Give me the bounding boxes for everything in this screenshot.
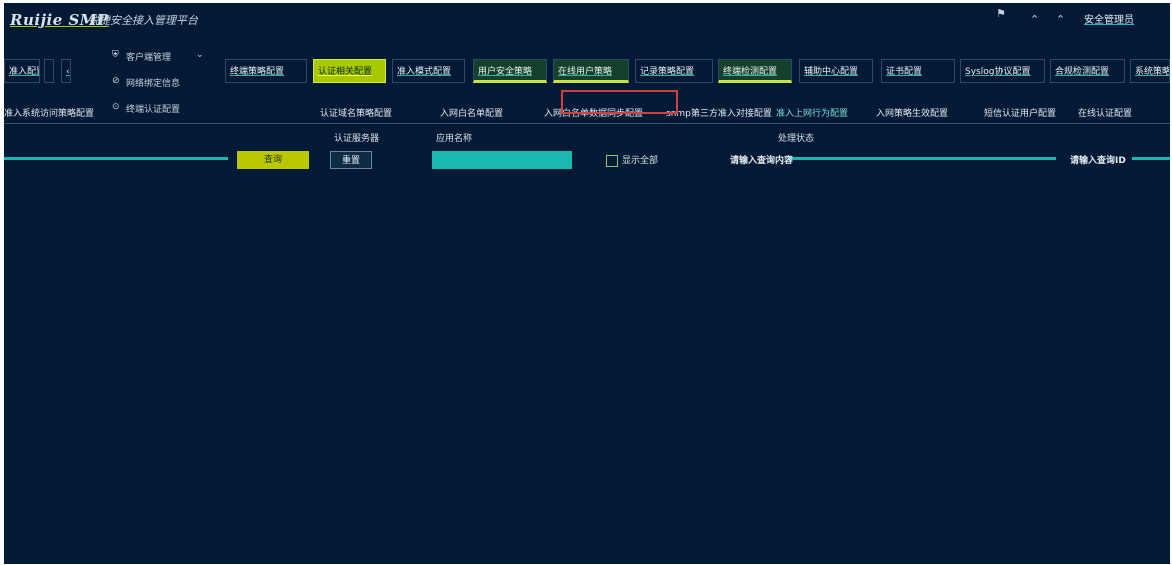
search-hint: 请输入查询内容: [730, 156, 794, 166]
tab-terminal-detect[interactable]: 终端检测配置: [718, 59, 792, 83]
tab-assist-center[interactable]: 辅助中心配置: [799, 59, 873, 83]
subtab-snmp[interactable]: snmp第三方准入对接配置: [666, 106, 772, 119]
menu-item-network-binding[interactable]: 网络绑定信息: [126, 76, 180, 89]
subtab-online-auth[interactable]: 在线认证配置: [1078, 106, 1132, 119]
tab-online-user[interactable]: 在线用户策略: [553, 59, 629, 83]
app-name-input[interactable]: [432, 151, 572, 169]
tab-compliance[interactable]: 合规检测配置: [1050, 59, 1125, 83]
subtab-access-policy[interactable]: 准入系统访问策略配置: [4, 106, 94, 119]
tab-scroll-left[interactable]: [44, 59, 54, 83]
subtab-domain-policy[interactable]: 认证域名策略配置: [320, 106, 392, 119]
top-bar: Ruijie SMP 锐捷安全接入管理平台 ⚑ ⌃ ⌃ 安全管理员: [4, 3, 1170, 45]
subtab-whitelist[interactable]: 入网白名单配置: [440, 106, 503, 119]
app-window: Ruijie SMP 锐捷安全接入管理平台 ⚑ ⌃ ⌃ 安全管理员 ⛨ 客户端管…: [4, 3, 1170, 564]
app-name-label: 应用名称: [436, 134, 473, 144]
checkbox-label: 显示全部: [622, 156, 659, 166]
shield-icon: ⛨: [112, 50, 119, 60]
brand-title: 锐捷安全接入管理平台: [88, 14, 198, 27]
status-label: 处理状态: [778, 134, 815, 144]
subtab-sms-auth[interactable]: 短信认证用户配置: [984, 106, 1056, 119]
reset-button[interactable]: 重置: [330, 151, 372, 169]
auth-server-label: 认证服务器: [334, 134, 380, 144]
auth-server-input[interactable]: [4, 157, 228, 160]
link-icon: ⊘: [112, 76, 120, 86]
subtab-online-behavior[interactable]: 准入上网行为配置: [776, 106, 848, 119]
search-input[interactable]: [788, 157, 1056, 160]
bell-icon[interactable]: ⚑: [996, 7, 1006, 20]
client-menu-dropdown: ⛨ 客户端管理 ⌄ ⊘ 网络绑定信息 ⊙ 终端认证配置: [100, 44, 220, 115]
tab-auth-config[interactable]: 认证相关配置: [313, 59, 386, 83]
tab-admission-mode[interactable]: 准入模式配置: [392, 59, 465, 83]
query-button[interactable]: 查询: [237, 151, 309, 169]
tab-certificate[interactable]: 证书配置: [881, 59, 955, 83]
chevron-down-icon[interactable]: ⌄: [196, 50, 204, 60]
chevron-left-icon[interactable]: ‹: [61, 59, 71, 83]
tab-terminal-policy[interactable]: 终端策略配置: [225, 59, 307, 83]
help-icon[interactable]: ⌃: [1056, 13, 1065, 26]
menu-title[interactable]: 客户端管理: [126, 50, 171, 63]
tab-admission-config[interactable]: 准入配置: [4, 59, 40, 83]
settings-icon[interactable]: ⌃: [1030, 13, 1039, 26]
tab-user-security[interactable]: 用户安全策略: [473, 59, 547, 83]
user-name[interactable]: 安全管理员: [1084, 11, 1134, 26]
id-hint: 请输入查询ID: [1070, 156, 1126, 166]
tab-system-policy[interactable]: 系统策略: [1130, 59, 1170, 83]
checkbox-box[interactable]: [606, 154, 618, 167]
tab-syslog[interactable]: Syslog协议配置: [960, 59, 1045, 83]
highlight-box: [561, 90, 678, 114]
show-all-checkbox[interactable]: 显示全部: [606, 153, 658, 167]
tab-record-policy[interactable]: 记录策略配置: [635, 59, 713, 83]
subtab-effective[interactable]: 入网策略生效配置: [876, 106, 948, 119]
id-input[interactable]: [1132, 157, 1170, 160]
